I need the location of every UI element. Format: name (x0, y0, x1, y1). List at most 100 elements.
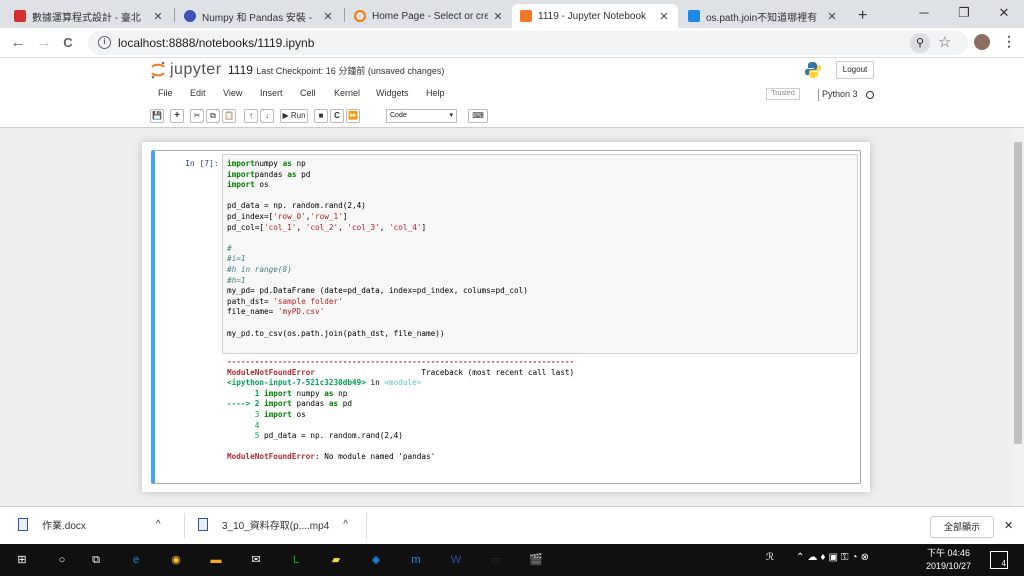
notebook-area: In [7]: importnumpy as np importpandas as… (0, 128, 1012, 506)
restore-icon[interactable]: ❐ (944, 0, 984, 28)
python-logo-icon (804, 61, 822, 79)
taskbar-app-icon[interactable]: ⧉ (86, 550, 106, 570)
jupyter-logo-text: jupyter (170, 61, 222, 78)
output-line: 1 import numpy as np (227, 389, 574, 400)
trusted-indicator[interactable]: Trusted (766, 88, 800, 100)
command-palette-button[interactable]: ⌨ (468, 109, 488, 123)
move-up-button[interactable]: ↑ (244, 109, 258, 123)
cell-type-select[interactable]: Code ▾ (386, 109, 457, 123)
code-line: #i=1 (227, 254, 528, 265)
menu-kernel[interactable]: Kernel (334, 88, 360, 98)
browser-tab[interactable]: Numpy 和 Pandas 安裝 - ✕ (176, 4, 342, 28)
taskbar-app-icon[interactable]: L (286, 550, 306, 570)
menu-insert[interactable]: Insert (260, 88, 283, 98)
menu-file[interactable]: File (158, 88, 173, 98)
close-tab-icon[interactable]: ✕ (826, 10, 838, 23)
taskbar-app-icon[interactable]: ✉ (246, 550, 266, 570)
close-tab-icon[interactable]: ✕ (658, 10, 670, 23)
restart-run-all-button[interactable]: ⏩ (346, 109, 360, 123)
notebook-name[interactable]: 1119 (228, 63, 253, 77)
scrollbar-thumb[interactable] (1014, 142, 1022, 444)
taskbar-app-icon[interactable]: m (406, 550, 426, 570)
show-all-button[interactable]: 全部顯示 (930, 516, 994, 538)
clock[interactable]: 下午 04:46 2019/10/27 (926, 547, 971, 573)
copy-button[interactable]: ⧉ (206, 109, 220, 123)
taskbar-app-icon[interactable]: ◆ (366, 550, 386, 570)
reload-icon[interactable]: C (58, 33, 78, 53)
menu-cell[interactable]: Cell (300, 88, 316, 98)
run-button[interactable]: ▶ Run (280, 109, 308, 123)
zoom-icon[interactable]: ⚲ (910, 33, 930, 53)
save-button[interactable]: 💾 (150, 109, 164, 123)
browser-tab[interactable]: os.path.join不知道哪裡有 ✕ (680, 4, 846, 28)
code-token: 'sample folder' (273, 296, 343, 306)
download-item[interactable]: 3_10_資料存取(p....mp4 ^ (198, 517, 348, 532)
notification-icon[interactable]: 4 (990, 551, 1008, 569)
menu-help[interactable]: Help (426, 88, 445, 98)
taskbar-app-icon[interactable]: ▰ (326, 550, 346, 570)
code-cell[interactable]: In [7]: importnumpy as np importpandas as… (151, 150, 861, 484)
taskbar-app-icon[interactable]: e (126, 550, 146, 570)
code-token: pd (338, 399, 352, 409)
jupyter-logo[interactable]: jupyter (150, 61, 222, 79)
code-token: 3 (227, 409, 265, 419)
code-token: file_name= (227, 307, 278, 317)
ime-icon[interactable]: ℛ (766, 552, 774, 563)
close-tab-icon[interactable]: ✕ (152, 10, 164, 23)
bookmark-star-icon[interactable]: ☆ (938, 33, 951, 51)
tab-title: Numpy 和 Pandas 安裝 - (202, 12, 313, 24)
interrupt-button[interactable]: ■ (314, 109, 328, 123)
code-token: import (264, 399, 292, 409)
taskbar-app-icon[interactable]: ▭ (486, 550, 506, 570)
minimize-icon[interactable]: ─ (904, 0, 944, 28)
browser-tab[interactable]: 數據運算程式設計 - 臺北 ✕ (6, 4, 172, 28)
menu-widgets[interactable]: Widgets (376, 88, 409, 98)
taskbar-app-icon[interactable]: 🎬 (526, 550, 546, 570)
browser-tab-active[interactable]: 1119 - Jupyter Notebook ✕ (512, 4, 678, 28)
taskbar-app-icon[interactable]: ▬ (206, 550, 226, 570)
site-info-icon[interactable]: i (98, 36, 111, 49)
url-text[interactable]: localhost:8888/notebooks/1119.ipynb (118, 36, 314, 50)
code-token: ] (421, 222, 427, 232)
move-down-button[interactable]: ↓ (260, 109, 274, 123)
taskbar-app-icon[interactable]: ◉ (166, 550, 186, 570)
menu-edit[interactable]: Edit (190, 88, 206, 98)
divider (366, 513, 367, 539)
forward-icon[interactable]: → (34, 33, 54, 53)
chevron-up-icon[interactable]: ^ (156, 519, 161, 530)
code-editor[interactable]: importnumpy as np importpandas as pd impor… (222, 154, 858, 354)
code-text[interactable]: importnumpy as np importpandas as pd impor… (227, 159, 528, 339)
paste-button[interactable]: 📋 (222, 109, 236, 123)
tray-icons[interactable]: ⌃☁♦▣⚿◔⊗ (796, 552, 872, 563)
notebook-title[interactable]: 1119 Last Checkpoint: 16 分鐘前 (unsaved ch… (228, 63, 444, 77)
code-token: as (282, 159, 292, 168)
restart-button[interactable]: C (330, 109, 344, 123)
close-downloads-icon[interactable]: ✕ (1004, 519, 1013, 532)
cut-button[interactable]: ✂ (190, 109, 204, 123)
taskbar-app-icon[interactable]: W (446, 550, 466, 570)
vertical-scrollbar[interactable] (1012, 128, 1024, 506)
code-token: import (227, 159, 255, 168)
close-tab-icon[interactable]: ✕ (322, 10, 334, 23)
menu-view[interactable]: View (223, 88, 242, 98)
download-item[interactable]: 作業.docx ^ (18, 517, 161, 532)
output-line: <ipython-input-7-521c3230db49> in <modul… (227, 378, 574, 389)
taskbar-app-icon[interactable]: ○ (52, 550, 72, 570)
menu-dots-icon[interactable]: ⋮ (1002, 33, 1016, 50)
logout-button[interactable]: Logout (836, 61, 874, 79)
close-window-icon[interactable]: ✕ (984, 0, 1024, 28)
taskbar: ⊞ ○ ⧉ e ◉ ▬ ✉ L ▰ ◆ m W ▭ 🎬 ℛ ⌃☁♦▣⚿◔⊗ 下午 04:46 2019/1… (0, 544, 1024, 576)
new-tab-button[interactable]: + (850, 4, 874, 28)
insert-cell-button[interactable]: + (170, 109, 184, 123)
code-token: <module> (384, 378, 422, 388)
browser-tab[interactable]: Home Page - Select or cre ✕ (346, 4, 512, 28)
avatar[interactable] (974, 34, 990, 50)
back-icon[interactable]: ← (8, 33, 28, 53)
url-bar[interactable]: i localhost:8888/notebooks/1119.ipynb ⚲ … (88, 31, 968, 55)
close-tab-icon[interactable]: ✕ (492, 10, 504, 23)
kernel-name: Python 3 (822, 89, 858, 99)
taskbar-app-icon[interactable]: ⊞ (12, 550, 32, 570)
code-token: Traceback (most recent call last) (314, 367, 575, 377)
chevron-up-icon[interactable]: ^ (343, 519, 348, 530)
